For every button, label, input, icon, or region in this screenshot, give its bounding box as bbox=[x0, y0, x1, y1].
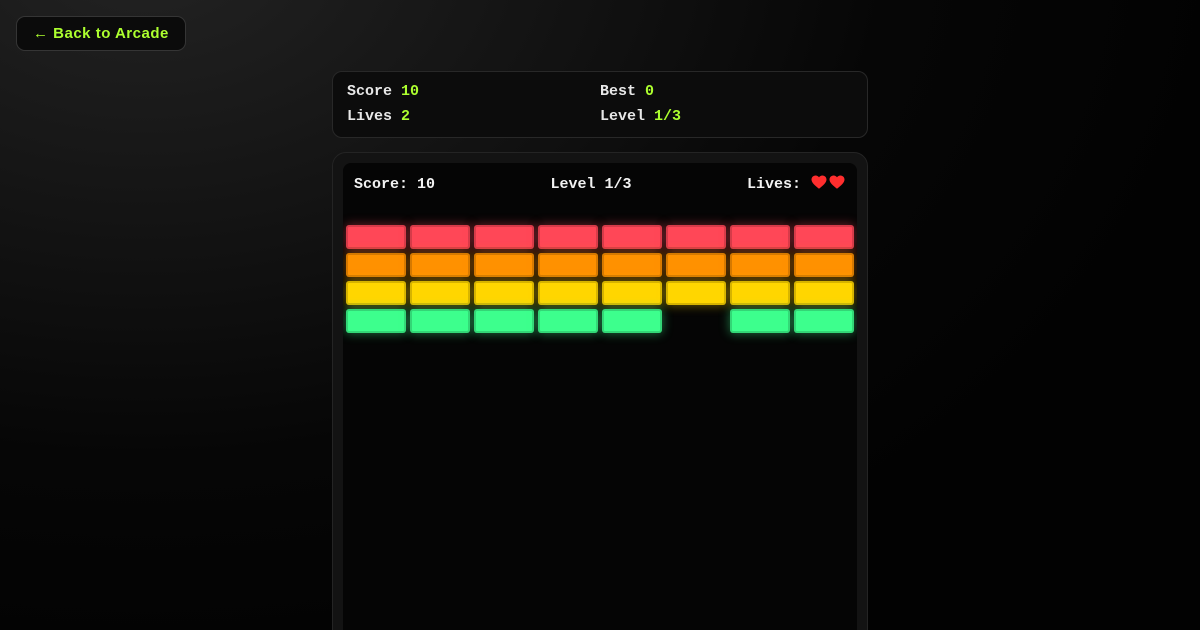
stat-lives: Lives 2 bbox=[347, 107, 600, 127]
brick-red bbox=[346, 225, 406, 249]
brick-red bbox=[410, 225, 470, 249]
brick-orange bbox=[602, 253, 662, 277]
stat-score-value: 10 bbox=[401, 82, 419, 102]
brick-destroyed bbox=[666, 309, 726, 333]
brick-green bbox=[730, 309, 790, 333]
game-canvas[interactable]: Score: 10 Level 1/3 Lives: bbox=[343, 163, 857, 630]
brick-yellow bbox=[730, 281, 790, 305]
brick-green bbox=[474, 309, 534, 333]
hud-score: Score: 10 bbox=[354, 176, 435, 193]
brick-grid bbox=[346, 225, 854, 333]
brick-green bbox=[346, 309, 406, 333]
hud-lives-label: Lives: bbox=[747, 176, 801, 193]
brick-green bbox=[410, 309, 470, 333]
heart-icon bbox=[810, 173, 828, 190]
stat-level-label: Level bbox=[600, 107, 645, 127]
stat-lives-label: Lives bbox=[347, 107, 392, 127]
stat-best-label: Best bbox=[600, 82, 636, 102]
brick-red bbox=[794, 225, 854, 249]
brick-red bbox=[602, 225, 662, 249]
brick-green bbox=[538, 309, 598, 333]
brick-yellow bbox=[410, 281, 470, 305]
brick-green bbox=[602, 309, 662, 333]
stat-best: Best 0 bbox=[600, 82, 853, 102]
brick-orange bbox=[474, 253, 534, 277]
brick-orange bbox=[666, 253, 726, 277]
brick-orange bbox=[538, 253, 598, 277]
lives-hearts bbox=[810, 173, 846, 195]
brick-red bbox=[730, 225, 790, 249]
hud: Score: 10 Level 1/3 Lives: bbox=[343, 163, 857, 195]
brick-orange bbox=[730, 253, 790, 277]
brick-orange bbox=[410, 253, 470, 277]
heart-icon bbox=[828, 173, 846, 190]
back-to-arcade-button[interactable]: ← Back to Arcade bbox=[16, 16, 186, 51]
game-panel: Score: 10 Level 1/3 Lives: bbox=[332, 152, 868, 630]
stat-score: Score 10 bbox=[347, 82, 600, 102]
stat-level-value: 1/3 bbox=[654, 107, 681, 127]
brick-yellow bbox=[794, 281, 854, 305]
brick-yellow bbox=[602, 281, 662, 305]
brick-red bbox=[666, 225, 726, 249]
stat-level: Level 1/3 bbox=[600, 107, 853, 127]
brick-yellow bbox=[474, 281, 534, 305]
brick-orange bbox=[794, 253, 854, 277]
hud-lives: Lives: bbox=[747, 173, 846, 195]
stats-panel: Score 10 Best 0 Lives 2 Level 1/3 bbox=[332, 71, 868, 138]
stat-score-label: Score bbox=[347, 82, 392, 102]
brick-yellow bbox=[346, 281, 406, 305]
brick-red bbox=[474, 225, 534, 249]
brick-red bbox=[538, 225, 598, 249]
brick-yellow bbox=[666, 281, 726, 305]
stat-lives-value: 2 bbox=[401, 107, 410, 127]
stat-best-value: 0 bbox=[645, 82, 654, 102]
hud-level: Level 1/3 bbox=[550, 176, 631, 193]
brick-green bbox=[794, 309, 854, 333]
brick-yellow bbox=[538, 281, 598, 305]
game-stage: Score 10 Best 0 Lives 2 Level 1/3 Score:… bbox=[332, 71, 868, 630]
brick-orange bbox=[346, 253, 406, 277]
